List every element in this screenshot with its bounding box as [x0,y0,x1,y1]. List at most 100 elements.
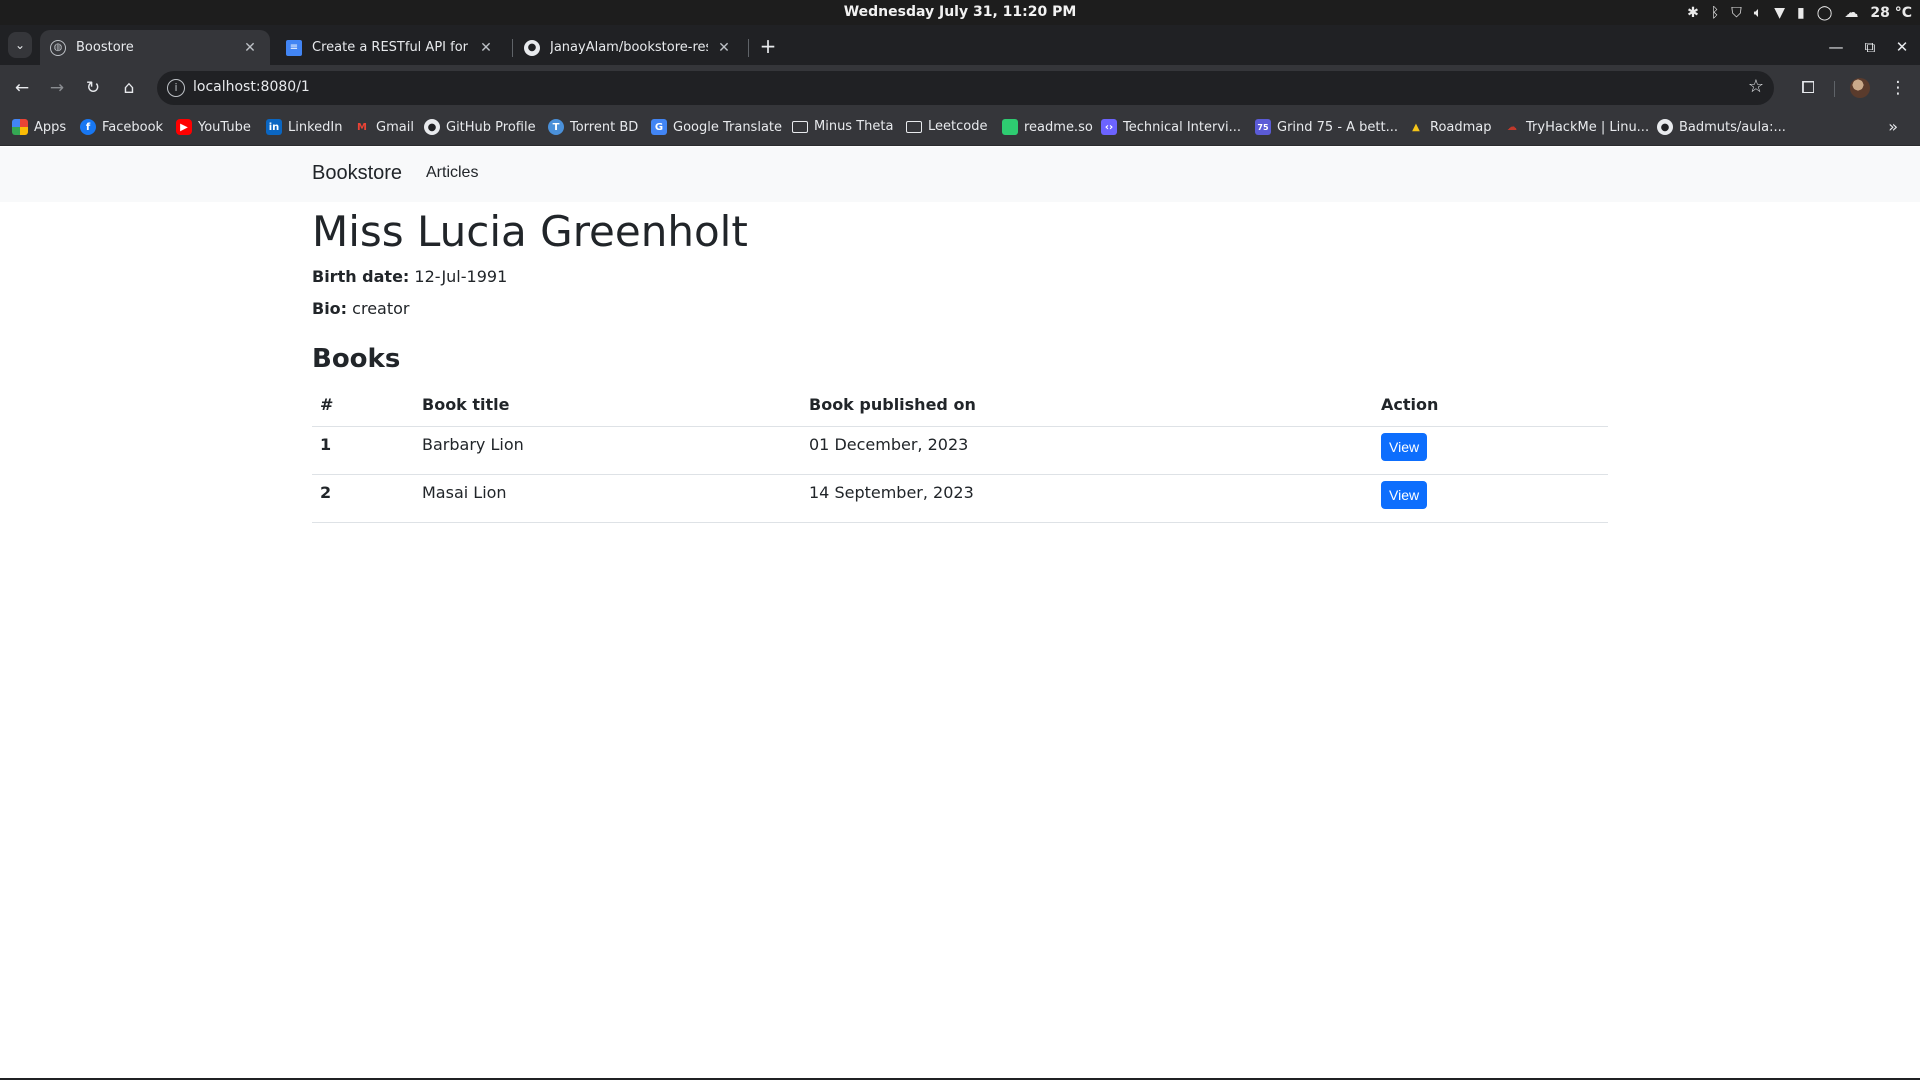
bookmark-google-translate[interactable]: G Google Translate [651,119,782,135]
restore-icon: ⧉ [1864,38,1876,56]
os-top-bar: Wednesday July 31, 11:20 PM ✱ ᛒ ⛉ 🔈︎ ▼ ▮… [0,0,1920,25]
bookmark-label: Technical Intervi... [1123,119,1242,135]
roadmap-icon: ▲ [1408,119,1424,135]
books-table: # Book title Book published on Action 1 … [312,384,1608,523]
bookmark-folder-leetcode[interactable]: Leetcode [906,119,987,134]
back-button[interactable]: ← [7,73,37,103]
github-icon: ● [424,119,440,135]
bookmark-folder-minus-theta[interactable]: Minus Theta [792,119,893,134]
bluetooth-icon[interactable]: ᛒ [1711,5,1719,21]
tab-github-repo[interactable]: ● JanayAlam/bookstore-rest ✕ [514,30,744,65]
weather-temp[interactable]: 28 °C [1870,5,1912,21]
bookmark-technical-interview[interactable]: ‹› Technical Intervi... [1101,119,1241,135]
bookmark-grind-75[interactable]: 75 Grind 75 - A bett... [1255,119,1398,135]
shield-icon[interactable]: ⛉ [1731,5,1742,21]
tab-title: JanayAlam/bookstore-rest [550,40,708,55]
close-icon[interactable]: ✕ [242,40,258,56]
reload-button[interactable]: ↻ [78,73,108,103]
tab-restful-api-doc[interactable]: ≡ Create a RESTful API for a Bo ✕ [276,30,506,65]
readme-icon [1002,119,1018,135]
close-window-button[interactable]: ✕ [1890,35,1914,59]
site-info-icon[interactable]: i [167,79,185,97]
wifi-icon[interactable]: ▼ [1774,5,1785,21]
arrow-right-icon: → [49,78,65,98]
bookmark-label: Leetcode [928,119,988,134]
tab-title: Create a RESTful API for a Bo [312,40,470,55]
bookmark-github-profile[interactable]: ● GitHub Profile [424,119,536,135]
more-bookmarks-icon[interactable]: » [1888,117,1898,136]
column-header-published: Book published on [801,384,1373,427]
url-text[interactable]: localhost:8080/1 [193,79,310,95]
slack-icon[interactable]: ✱ [1687,5,1699,21]
bookmark-label: Gmail [376,119,414,135]
github-icon: ● [1657,119,1673,135]
action-cell: View [1373,426,1608,475]
bookmark-label: Torrent BD [570,119,639,135]
action-cell: View [1373,474,1608,523]
system-tray[interactable]: ✱ ᛒ ⛉ 🔈︎ ▼ ▮ ◯ ☁ 28 °C [1687,2,1912,23]
weather-icon[interactable]: ☁ [1844,5,1858,21]
facebook-icon: f [80,119,96,135]
os-clock[interactable]: Wednesday July 31, 11:20 PM [0,4,1920,20]
profile-avatar[interactable] [1850,78,1870,98]
table-header-row: # Book title Book published on Action [312,384,1608,427]
tab-separator [512,39,513,57]
book-published-date: 14 September, 2023 [801,474,1373,523]
folder-icon [792,120,808,133]
bookmark-label: Apps [34,119,67,135]
new-tab-button[interactable]: + [756,35,780,59]
brand-link[interactable]: Bookstore [312,162,402,185]
tryhackme-icon: ☁ [1504,119,1520,135]
browser-toolbar: ← → ↻ ⌂ i localhost:8080/1 ☆ ⧠ ⋮ [0,65,1920,110]
minimize-icon: — [1828,38,1844,56]
apps-grid-icon [12,119,28,135]
birth-date-label: Birth date: [312,267,410,286]
bookmark-label: Grind 75 - A bett... [1277,119,1399,135]
forward-button[interactable]: → [42,73,72,103]
bookmark-label: Roadmap [1430,119,1492,135]
toolbar-separator [1834,81,1835,97]
bookmark-label: readme.so [1024,119,1093,135]
bookmark-readme-so[interactable]: readme.so [1002,119,1093,135]
folder-icon [906,120,922,133]
bookmark-linkedin[interactable]: in LinkedIn [266,119,342,135]
tab-search-button[interactable]: ⌄ [8,32,32,58]
youtube-icon: ▶ [176,119,192,135]
battery-icon[interactable]: ▮ [1797,5,1805,21]
close-icon[interactable]: ✕ [716,40,732,56]
nav-link-articles[interactable]: Articles [426,164,478,182]
bookmark-youtube[interactable]: ▶ YouTube [176,119,251,135]
bookmark-gmail[interactable]: M Gmail [354,119,414,135]
close-icon[interactable]: ✕ [478,40,494,56]
bookmark-badmuts-aula[interactable]: ● Badmuts/aula:... [1657,119,1786,135]
bookmark-roadmap[interactable]: ▲ Roadmap [1408,119,1492,135]
code-icon: ‹› [1101,119,1117,135]
extensions-button[interactable]: ⧠ [1793,73,1823,103]
table-row: 1 Barbary Lion 01 December, 2023 View [312,426,1608,475]
bookmark-tryhackme[interactable]: ☁ TryHackMe | Linu... [1504,119,1649,135]
row-number: 2 [312,474,414,523]
reload-icon: ↻ [85,78,101,98]
home-button[interactable]: ⌂ [114,73,144,103]
bookmark-star-icon[interactable]: ☆ [1748,76,1764,97]
bookmark-torrent-bd[interactable]: T Torrent BD [548,119,638,135]
translate-icon: G [651,119,667,135]
arrow-left-icon: ← [14,78,30,98]
book-published-date: 01 December, 2023 [801,426,1373,475]
menu-button[interactable]: ⋮ [1883,73,1913,103]
books-heading: Books [312,344,401,374]
bookmark-facebook[interactable]: f Facebook [80,119,163,135]
minimize-button[interactable]: — [1824,35,1848,59]
bookmark-apps[interactable]: Apps [12,119,66,135]
bookmark-label: Minus Theta [814,119,894,134]
view-book-button[interactable]: View [1381,432,1428,461]
bookmark-label: GitHub Profile [446,119,536,135]
user-icon[interactable]: ◯ [1817,5,1833,21]
view-book-button[interactable]: View [1381,480,1428,509]
address-bar[interactable]: i localhost:8080/1 ☆ [157,71,1774,105]
tab-boostore[interactable]: ◍ Boostore ✕ [40,30,270,65]
bookmark-label: Badmuts/aula:... [1679,119,1786,135]
volume-icon[interactable]: 🔈︎ [1754,5,1762,21]
restore-button[interactable]: ⧉ [1858,35,1882,59]
column-header-title: Book title [414,384,801,427]
